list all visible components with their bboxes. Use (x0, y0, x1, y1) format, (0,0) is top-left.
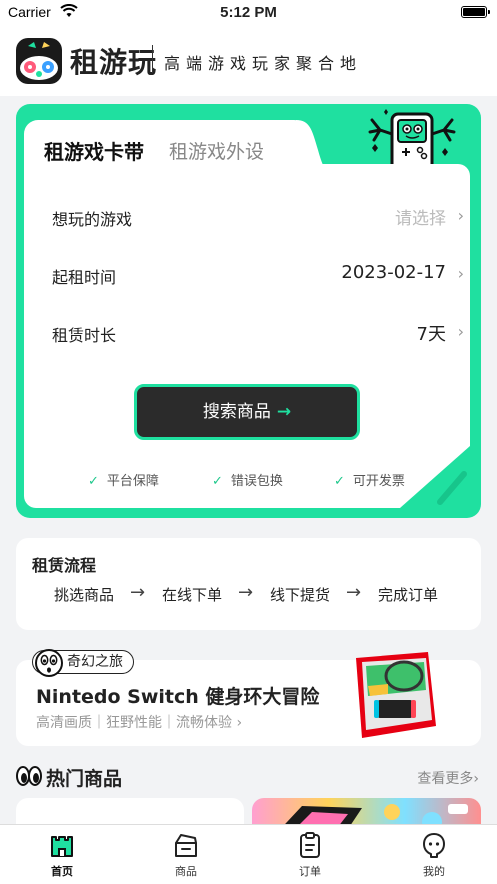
app-logo (16, 38, 62, 84)
tab-home[interactable]: 首页 (17, 831, 107, 879)
arrow-right-icon: → (346, 582, 362, 603)
status-bar: Carrier 5:12 PM (0, 0, 497, 26)
hot-products-title: 热门商品 (46, 768, 123, 790)
chevron-right-icon: › (473, 771, 479, 787)
select-game-row[interactable]: 想玩的游戏 请选择 › (52, 196, 464, 236)
start-date-row[interactable]: 起租时间 2023-02-17 › (52, 254, 464, 294)
rent-form: 想玩的游戏 请选择 › 起租时间 2023-02-17 › 租赁时长 7天 › … (24, 164, 470, 508)
chevron-right-icon: › (457, 322, 464, 341)
arrow-right-icon: → (238, 582, 254, 603)
chevron-right-icon: › (457, 264, 464, 283)
guarantee-item: ✓ 可开发票 (334, 470, 405, 489)
search-button-label: 搜索商品 (202, 402, 271, 422)
tab-game-peripheral[interactable]: 租游戏外设 (169, 137, 264, 164)
arrow-right-icon: → (130, 582, 146, 603)
tab-products-label: 商品 (175, 865, 197, 878)
box-icon (175, 834, 197, 857)
guarantee-text: 错误包换 (230, 474, 283, 489)
select-game-label: 想玩的游戏 (52, 210, 133, 229)
chevron-right-icon: › (457, 206, 464, 225)
arrow-right-icon: → (276, 402, 292, 422)
process-step: 线下提货 (270, 586, 331, 604)
tab-game-cartridge[interactable]: 租游戏卡带 (44, 136, 144, 165)
ring-fit-box-image (356, 652, 436, 738)
view-more-link[interactable]: 查看更多› (417, 768, 479, 788)
process-step: 挑选商品 (54, 586, 115, 604)
view-more-label: 查看更多 (417, 771, 474, 787)
start-date-value: 2023-02-17 (341, 262, 446, 283)
profile-icon (423, 833, 445, 858)
surprised-face-icon (35, 649, 63, 677)
process-step: 完成订单 (378, 586, 439, 604)
corner-decoration (400, 446, 470, 508)
guarantee-text: 可开发票 (352, 474, 405, 489)
promo-subtitle: 高清画质｜狂野性能｜流畅体验 › (36, 712, 242, 732)
tab-products[interactable]: 商品 (141, 831, 231, 879)
select-game-value: 请选择 (395, 209, 446, 229)
guarantee-text: 平台保障 (106, 474, 159, 489)
header-divider (152, 45, 153, 73)
tab-home-label: 首页 (51, 865, 73, 878)
tab-profile[interactable]: 我的 (389, 831, 479, 879)
rent-search-card: 租游戏卡带 租游戏外设 想玩的游戏 请选择 › 起租时间 2023-02-17 … (16, 104, 481, 518)
promo-title: Nintedo Switch 健身环大冒险 (36, 686, 320, 708)
bottom-tab-bar: 首页 商品 订单 我的 (0, 824, 497, 884)
process-title: 租赁流程 (32, 556, 97, 575)
eyes-icon (16, 766, 42, 786)
search-button[interactable]: 搜索商品 → (134, 384, 360, 440)
rental-process-card: 租赁流程 挑选商品 → 在线下单 → 线下提货 → 完成订单 (16, 538, 481, 630)
check-icon: ✓ (88, 474, 99, 489)
clipboard-icon (300, 832, 320, 858)
console-mascot-icon (368, 109, 456, 172)
tab-orders-label: 订单 (299, 865, 321, 878)
promo-banner[interactable]: 奇幻之旅 Nintedo Switch 健身环大冒险 高清画质｜狂野性能｜流畅体… (16, 649, 481, 746)
slogan: 高端游戏玩家聚合地 (164, 54, 363, 73)
duration-value: 7天 (416, 324, 446, 345)
tab-orders[interactable]: 订单 (265, 831, 355, 879)
logo-wordmark: 租游玩 (70, 46, 158, 79)
duration-row[interactable]: 租赁时长 7天 › (52, 312, 464, 352)
promo-subtitle-text: 高清画质｜狂野性能｜流畅体验 (36, 715, 232, 731)
guarantee-item: ✓ 错误包换 (212, 470, 283, 489)
duration-label: 租赁时长 (52, 326, 117, 345)
check-icon: ✓ (334, 474, 345, 489)
app-header: 租游玩 高端游戏玩家聚合地 (0, 26, 497, 96)
battery-icon (461, 6, 490, 18)
search-button-content: 搜索商品 → (137, 387, 357, 437)
castle-icon (51, 836, 73, 857)
process-step: 在线下单 (162, 586, 223, 604)
gamepad-logo-icon (20, 42, 58, 80)
tab-profile-label: 我的 (423, 865, 445, 878)
guarantee-item: ✓ 平台保障 (88, 470, 159, 489)
chevron-right-icon: › (236, 715, 243, 731)
check-icon: ✓ (212, 474, 223, 489)
clock: 5:12 PM (220, 4, 277, 21)
start-date-label: 起租时间 (52, 268, 117, 287)
